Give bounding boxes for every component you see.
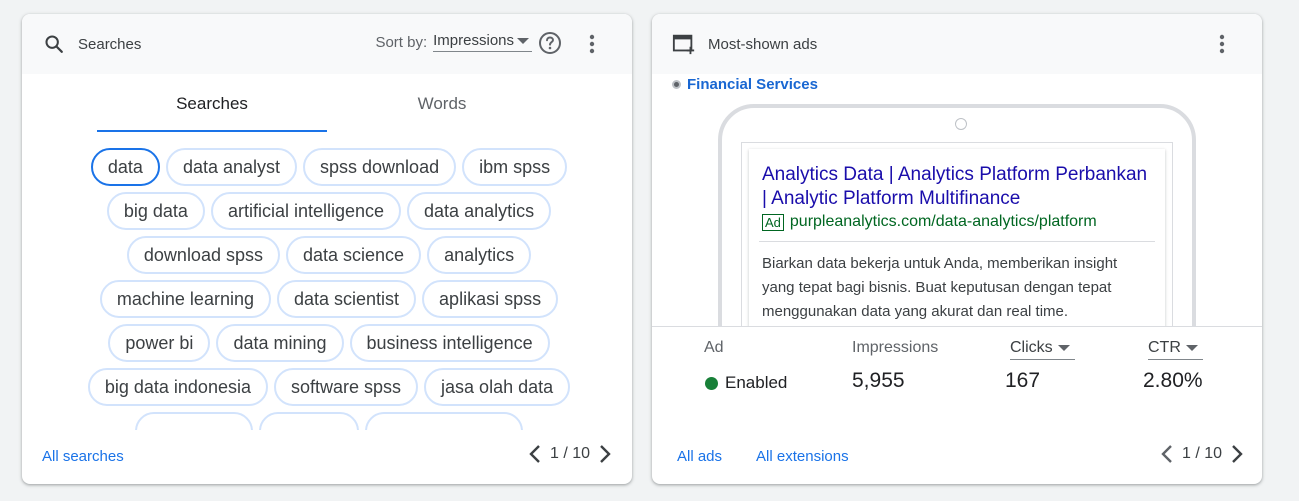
ad-badge: Ad	[762, 213, 784, 231]
chip-row: machine learning data scientist aplikasi…	[22, 280, 632, 324]
searches-card-title: Searches	[78, 35, 142, 53]
ad-status-label: Ad	[704, 339, 724, 356]
ad-preview-box[interactable]: Analytics Data | Analytics Platform Perb…	[749, 149, 1165, 326]
arrow-drop-down-icon	[1185, 345, 1198, 351]
category-dot-icon	[672, 80, 681, 89]
chip-row: download spss data science analytics	[22, 236, 632, 280]
chevron-right-icon[interactable]	[1230, 444, 1244, 464]
chip-row: data data analyst spss download ibm spss	[22, 148, 632, 192]
ad-divider	[759, 241, 1155, 242]
phone-frame: Analytics Data | Analytics Platform Perb…	[718, 104, 1196, 326]
search-chip[interactable]: business intelligence	[349, 324, 550, 362]
sort-by: Sort by: Impressions	[375, 32, 532, 52]
ctr-dropdown[interactable]: CTR	[1148, 339, 1203, 360]
search-chip[interactable]: data analytics	[407, 192, 552, 230]
tab-words[interactable]: Words	[327, 94, 557, 114]
most-shown-ads-card: Most-shown ads Financial Services Analyt…	[652, 14, 1262, 484]
ad-status-value: Enabled	[725, 373, 788, 392]
search-chip[interactable]: data scientist	[276, 280, 417, 318]
ad-stats: Ad Enabled Impressions 5,955 Clicks 167 …	[652, 326, 1262, 428]
arrow-drop-down-icon	[517, 37, 529, 44]
more-vert-icon[interactable]	[580, 32, 604, 56]
ad-status: Enabled	[705, 373, 787, 393]
search-chip[interactable]: ibm spss	[462, 148, 568, 186]
clicks-value: 167	[1005, 369, 1041, 392]
ads-pager: 1 / 10	[1160, 444, 1244, 464]
clicks-dropdown[interactable]: Clicks	[1010, 339, 1075, 360]
chevron-right-icon[interactable]	[598, 444, 612, 464]
tab-selected-indicator	[97, 130, 327, 132]
search-chip[interactable]: data science	[285, 236, 422, 274]
ctr-label: CTR	[1148, 339, 1181, 356]
help-icon[interactable]	[538, 31, 562, 55]
searches-card-footer: All searches 1 / 10	[22, 428, 632, 484]
sort-by-label: Sort by:	[375, 33, 428, 51]
all-ads-link[interactable]: All ads	[677, 448, 722, 465]
search-chip[interactable]: aplikasi spss	[422, 280, 559, 318]
search-chip[interactable]: big data	[106, 192, 205, 230]
search-chip[interactable]: power bi	[108, 324, 211, 362]
search-chip-selected[interactable]: data	[90, 148, 160, 186]
more-vert-icon[interactable]	[1210, 32, 1234, 56]
search-chip[interactable]: machine learning	[99, 280, 271, 318]
search-chip[interactable]: spss download	[303, 148, 457, 186]
all-extensions-link[interactable]: All extensions	[756, 448, 849, 465]
search-chip[interactable]: big data indonesia	[87, 368, 268, 406]
all-searches-link[interactable]: All searches	[42, 448, 124, 465]
search-icon	[42, 32, 66, 56]
ad-preview: Analytics Data | Analytics Platform Perb…	[652, 102, 1262, 326]
searches-page-indicator: 1 / 10	[549, 445, 590, 462]
ads-card-title: Most-shown ads	[708, 35, 818, 53]
ad-category-label: Financial Services	[687, 76, 818, 93]
tab-searches[interactable]: Searches	[97, 94, 327, 114]
ad-url-line: Ad purpleanalytics.com/data-analytics/pl…	[762, 213, 1153, 231]
searches-card: Searches Sort by: Impressions Searches W…	[22, 14, 632, 484]
search-chip[interactable]: analytics	[427, 236, 532, 274]
searches-pager: 1 / 10	[528, 444, 612, 464]
ctr-dropdown-label[interactable]: CTR	[1148, 339, 1203, 360]
phone-camera-icon	[955, 118, 967, 130]
impressions-value: 5,955	[852, 369, 905, 392]
phone-screen: Analytics Data | Analytics Platform Perb…	[741, 142, 1173, 326]
chevron-left-icon[interactable]	[1160, 444, 1174, 464]
ads-card-footer: All ads All extensions 1 / 10	[652, 428, 1262, 484]
ad-headline[interactable]: Analytics Data | Analytics Platform Perb…	[762, 163, 1153, 211]
chip-row: power bi data mining business intelligen…	[22, 324, 632, 368]
search-chip[interactable]: artificial intelligence	[210, 192, 402, 230]
ctr-value: 2.80%	[1143, 369, 1203, 392]
search-chip[interactable]: download spss	[126, 236, 280, 274]
enabled-status-dot-icon	[705, 376, 718, 390]
ad-description: Biarkan data bekerja untuk Anda, memberi…	[762, 255, 1118, 320]
clicks-label: Clicks	[1010, 339, 1053, 356]
chip-row: big data artificial intelligence data an…	[22, 192, 632, 236]
impressions-label: Impressions	[852, 339, 939, 356]
search-term-chips: data data analyst spss download ibm spss…	[22, 144, 632, 430]
searches-card-header: Searches Sort by: Impressions	[22, 14, 632, 74]
ads-page-indicator: 1 / 10	[1181, 445, 1222, 462]
search-chip[interactable]: jasa olah data	[424, 368, 571, 406]
chevron-left-icon[interactable]	[528, 444, 542, 464]
search-chip[interactable]: software spss	[273, 368, 419, 406]
ads-card-header: Most-shown ads	[652, 14, 1262, 74]
search-chip[interactable]: data mining	[216, 324, 344, 362]
search-chip[interactable]: data analyst	[165, 148, 298, 186]
chip-row: big data indonesia software spss jasa ol…	[22, 368, 632, 412]
arrow-drop-down-icon	[1057, 345, 1070, 351]
searches-tabs: Searches Words	[22, 74, 632, 132]
ad-category[interactable]: Financial Services	[672, 76, 818, 93]
ad-display-url: purpleanalytics.com/data-analytics/platf…	[789, 213, 1097, 230]
ad-window-icon	[672, 32, 696, 56]
sort-by-value: Impressions	[433, 32, 514, 49]
sort-by-dropdown[interactable]: Impressions	[433, 32, 532, 52]
clicks-dropdown-label[interactable]: Clicks	[1010, 339, 1075, 360]
